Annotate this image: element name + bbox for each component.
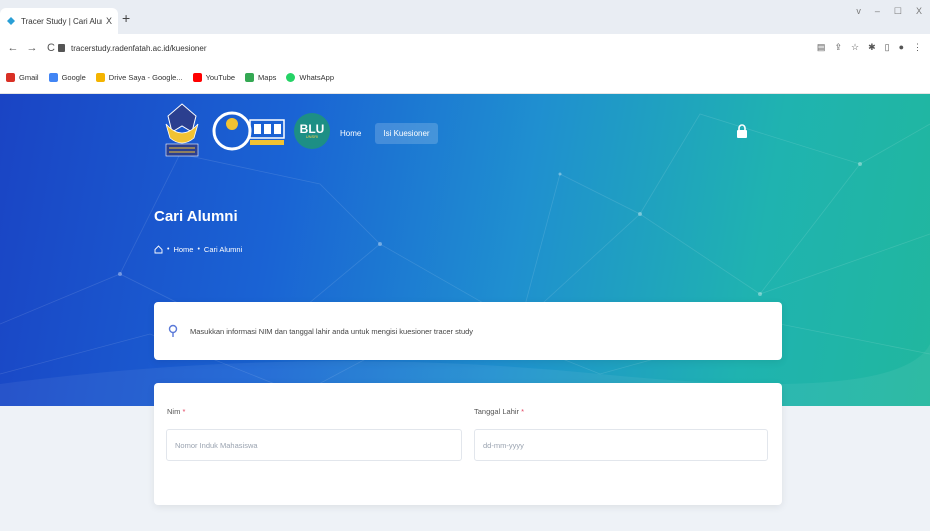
nav-home[interactable]: Home bbox=[332, 123, 369, 144]
share-icon[interactable]: ⇪ bbox=[834, 42, 842, 53]
raden-fatah-logo-icon[interactable] bbox=[160, 102, 204, 160]
page-title: Cari Alumni bbox=[154, 208, 238, 225]
google-icon bbox=[48, 73, 58, 82]
close-window-button[interactable]: X bbox=[916, 6, 922, 17]
maximize-button[interactable]: ☐ bbox=[894, 6, 902, 17]
bookmark-google[interactable]: Google bbox=[48, 73, 86, 82]
cdc-logo-icon[interactable] bbox=[210, 102, 288, 160]
location-pin-icon bbox=[168, 324, 178, 337]
home-icon[interactable] bbox=[154, 245, 163, 254]
gmail-icon bbox=[6, 73, 15, 82]
nim-input[interactable]: Nomor Induk Mahasiswa bbox=[166, 429, 462, 461]
bookmark-whatsapp[interactable]: WhatsApp bbox=[286, 73, 334, 82]
window-controls: v – ☐ X bbox=[856, 6, 922, 17]
header-logos: BLU UNSRI bbox=[160, 102, 330, 160]
tab-title: Tracer Study | Cari Alumni bbox=[21, 16, 102, 26]
side-panel-icon[interactable]: ▯ bbox=[885, 42, 890, 53]
tab-close-icon[interactable]: X bbox=[102, 16, 112, 26]
whatsapp-icon bbox=[286, 73, 296, 82]
required-mark: * bbox=[182, 407, 186, 416]
breadcrumb-home[interactable]: Home bbox=[173, 245, 193, 254]
search-alumni-form: Nim * Nomor Induk Mahasiswa Tanggal Lahi… bbox=[154, 383, 782, 505]
main-nav: Home Isi Kuesioner bbox=[332, 123, 438, 144]
bookmark-label: YouTube bbox=[205, 73, 236, 82]
info-alert: Masukkan informasi NIM dan tanggal lahir… bbox=[154, 302, 782, 360]
site-favicon-icon bbox=[7, 17, 15, 25]
bookmark-label: Google bbox=[61, 73, 86, 82]
extensions-icon[interactable]: ✱ bbox=[868, 42, 876, 53]
bookmarks-bar: Gmail Google Drive Saya - Google... YouT… bbox=[0, 62, 930, 94]
forward-icon[interactable]: → bbox=[26, 42, 38, 54]
blu-logo[interactable]: BLU UNSRI bbox=[294, 113, 330, 149]
url-text[interactable]: tracerstudy.radenfatah.ac.id/kuesioner bbox=[71, 44, 206, 53]
bookmark-label: Gmail bbox=[19, 73, 39, 82]
breadcrumb-separator: • bbox=[197, 246, 200, 253]
breadcrumb: • Home • Cari Alumni bbox=[154, 245, 242, 254]
address-bar[interactable]: tracerstudy.radenfatah.ac.id/kuesioner bbox=[58, 38, 818, 58]
login-lock-icon[interactable] bbox=[736, 124, 748, 138]
dob-label-text: Tanggal Lahir bbox=[474, 407, 520, 416]
bookmark-label: Drive Saya - Google... bbox=[108, 73, 183, 82]
nim-label: Nim * bbox=[167, 407, 185, 416]
bookmark-gmail[interactable]: Gmail bbox=[6, 73, 39, 82]
info-message: Masukkan informasi NIM dan tanggal lahir… bbox=[190, 326, 474, 336]
breadcrumb-current: Cari Alumni bbox=[203, 245, 243, 254]
bookmark-drive[interactable]: Drive Saya - Google... bbox=[95, 73, 183, 82]
menu-icon[interactable]: ⋮ bbox=[913, 42, 922, 53]
translate-icon[interactable]: ▤ bbox=[817, 42, 826, 53]
browser-tabstrip: Tracer Study | Cari Alumni X + v – ☐ X bbox=[0, 0, 930, 34]
blu-logo-subtext: UNSRI bbox=[305, 134, 319, 139]
reload-icon[interactable]: C bbox=[45, 42, 57, 54]
dob-input[interactable]: dd-mm-yyyy bbox=[474, 429, 768, 461]
bookmark-label: Maps bbox=[258, 73, 277, 82]
dob-label: Tanggal Lahir * bbox=[474, 407, 524, 416]
youtube-icon bbox=[192, 73, 202, 82]
browser-tab[interactable]: Tracer Study | Cari Alumni X bbox=[0, 8, 118, 34]
nav-isi-kuesioner[interactable]: Isi Kuesioner bbox=[375, 123, 438, 144]
secure-lock-icon[interactable] bbox=[58, 44, 65, 52]
back-icon[interactable]: ← bbox=[7, 42, 19, 54]
new-tab-button[interactable]: + bbox=[122, 10, 130, 26]
tab-search-icon[interactable]: v bbox=[856, 6, 861, 17]
bookmark-star-icon[interactable]: ☆ bbox=[851, 42, 859, 53]
maps-icon bbox=[245, 73, 255, 82]
required-mark: * bbox=[521, 407, 525, 416]
drive-icon bbox=[95, 73, 105, 82]
bookmark-maps[interactable]: Maps bbox=[245, 73, 276, 82]
bookmark-label: WhatsApp bbox=[299, 73, 334, 82]
minimize-button[interactable]: – bbox=[875, 6, 880, 17]
nim-label-text: Nim bbox=[167, 407, 181, 416]
extension-icons: ▤ ⇪ ☆ ✱ ▯ ● ⋮ bbox=[817, 42, 922, 53]
profile-icon[interactable]: ● bbox=[899, 42, 904, 53]
breadcrumb-separator: • bbox=[167, 246, 170, 253]
browser-toolbar: ← → C tracerstudy.radenfatah.ac.id/kuesi… bbox=[0, 34, 930, 62]
bookmark-youtube[interactable]: YouTube bbox=[192, 73, 236, 82]
